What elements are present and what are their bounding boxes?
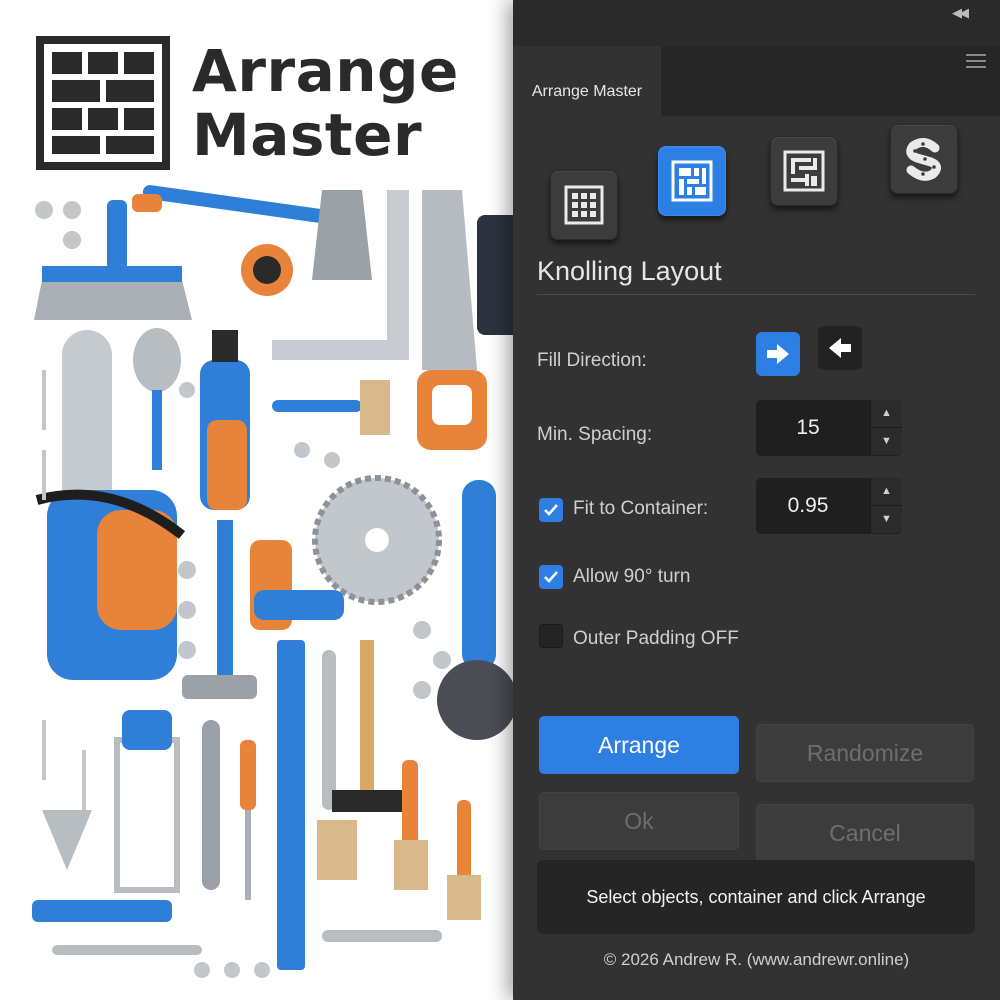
maze-icon <box>783 150 825 192</box>
fill-direction-right-button[interactable] <box>756 332 800 376</box>
allow-turn-checkbox[interactable] <box>539 565 563 589</box>
putty-knife-icon <box>34 200 192 320</box>
outer-padding-label: Outer Padding OFF <box>573 628 739 649</box>
collapse-double-chevron-icon[interactable]: ◀◀ <box>952 6 969 21</box>
hamburger-menu-icon[interactable] <box>966 50 986 72</box>
increment-arrow-icon[interactable]: ▲ <box>870 478 902 505</box>
drill-icon <box>200 330 250 510</box>
arrange-master-panel: ◀◀ Arrange Master Knolling Layout Fill D… <box>513 0 1000 1000</box>
pointing-trowel-icon <box>42 810 92 870</box>
panel-tabbar: Arrange Master <box>513 46 1000 116</box>
spanner-icon <box>322 930 442 942</box>
grid-icon <box>564 185 604 225</box>
masonry-layout-button[interactable] <box>658 146 726 216</box>
utility-knife-icon <box>32 900 172 922</box>
knolling-layout-button[interactable] <box>770 136 838 206</box>
hacksaw-icon <box>114 710 180 893</box>
fit-to-container-stepper[interactable]: 0.95 ▲ ▼ <box>756 478 902 534</box>
wrench-icon <box>322 650 336 810</box>
fit-to-container-checkbox[interactable] <box>539 498 563 522</box>
fit-to-container-label: Fit to Container: <box>573 498 709 519</box>
mallet-icon <box>332 640 402 812</box>
angle-grinder-icon <box>437 480 517 740</box>
layout-mode-selector <box>513 124 1000 240</box>
status-message: Select objects, container and click Arra… <box>537 860 975 934</box>
increment-arrow-icon[interactable]: ▲ <box>870 400 902 427</box>
min-spacing-stepper[interactable]: 15 ▲ ▼ <box>756 400 902 456</box>
decrement-arrow-icon[interactable]: ▼ <box>870 505 902 533</box>
brush-handle-icon <box>402 760 418 850</box>
fit-to-container-spinner: ▲ ▼ <box>870 478 902 534</box>
decrement-arrow-icon[interactable]: ▼ <box>870 427 902 455</box>
fit-to-container-input[interactable]: 0.95 <box>756 478 860 534</box>
spirit-level-icon <box>277 640 305 970</box>
brick-grid-logo-icon <box>36 36 170 170</box>
min-spacing-input[interactable]: 15 <box>756 400 860 456</box>
arrow-left-icon <box>829 338 851 358</box>
adjustable-wrench-icon <box>202 720 220 890</box>
trowel-icon <box>133 328 181 470</box>
brand-logo: Arrange Master <box>36 36 459 170</box>
brand-title: Arrange Master <box>192 39 459 167</box>
fill-direction-label: Fill Direction: <box>537 350 647 371</box>
path-layout-button[interactable] <box>890 124 958 194</box>
wide-brush-icon <box>317 820 357 880</box>
tab-arrange-master[interactable]: Arrange Master <box>513 46 661 116</box>
outer-padding-checkbox[interactable] <box>539 624 563 648</box>
masonry-grid-icon <box>671 160 713 202</box>
randomize-button[interactable]: Randomize <box>756 724 974 782</box>
brand-title-line1: Arrange <box>192 37 459 105</box>
tape-measure-icon <box>241 244 293 296</box>
handsaw-icon <box>417 190 487 450</box>
grid-layout-button[interactable] <box>550 170 618 240</box>
saw-blade-icon <box>312 475 442 605</box>
panel-header: ◀◀ <box>513 0 1000 47</box>
ok-button[interactable]: Ok <box>539 792 739 850</box>
checkmark-icon <box>544 571 558 583</box>
checkmark-icon <box>544 504 558 516</box>
section-title: Knolling Layout <box>537 256 722 286</box>
allow-turn-label: Allow 90° turn <box>573 566 691 587</box>
section-divider <box>537 294 975 295</box>
brand-title-line2: Master <box>192 101 423 169</box>
cancel-button[interactable]: Cancel <box>756 804 974 862</box>
arrange-button[interactable]: Arrange <box>539 716 739 774</box>
screwdriver-icon <box>240 740 256 900</box>
arrow-right-icon <box>767 344 789 364</box>
min-spacing-label: Min. Spacing: <box>537 424 653 445</box>
paint-brush-icon <box>272 380 390 435</box>
min-spacing-spinner: ▲ ▼ <box>870 400 902 456</box>
copyright-text: © 2026 Andrew R. (www.andrewr.online) <box>603 950 910 969</box>
knolling-tools-illustration <box>32 185 532 978</box>
s-path-icon <box>906 138 941 181</box>
fill-direction-left-button[interactable] <box>818 326 862 370</box>
